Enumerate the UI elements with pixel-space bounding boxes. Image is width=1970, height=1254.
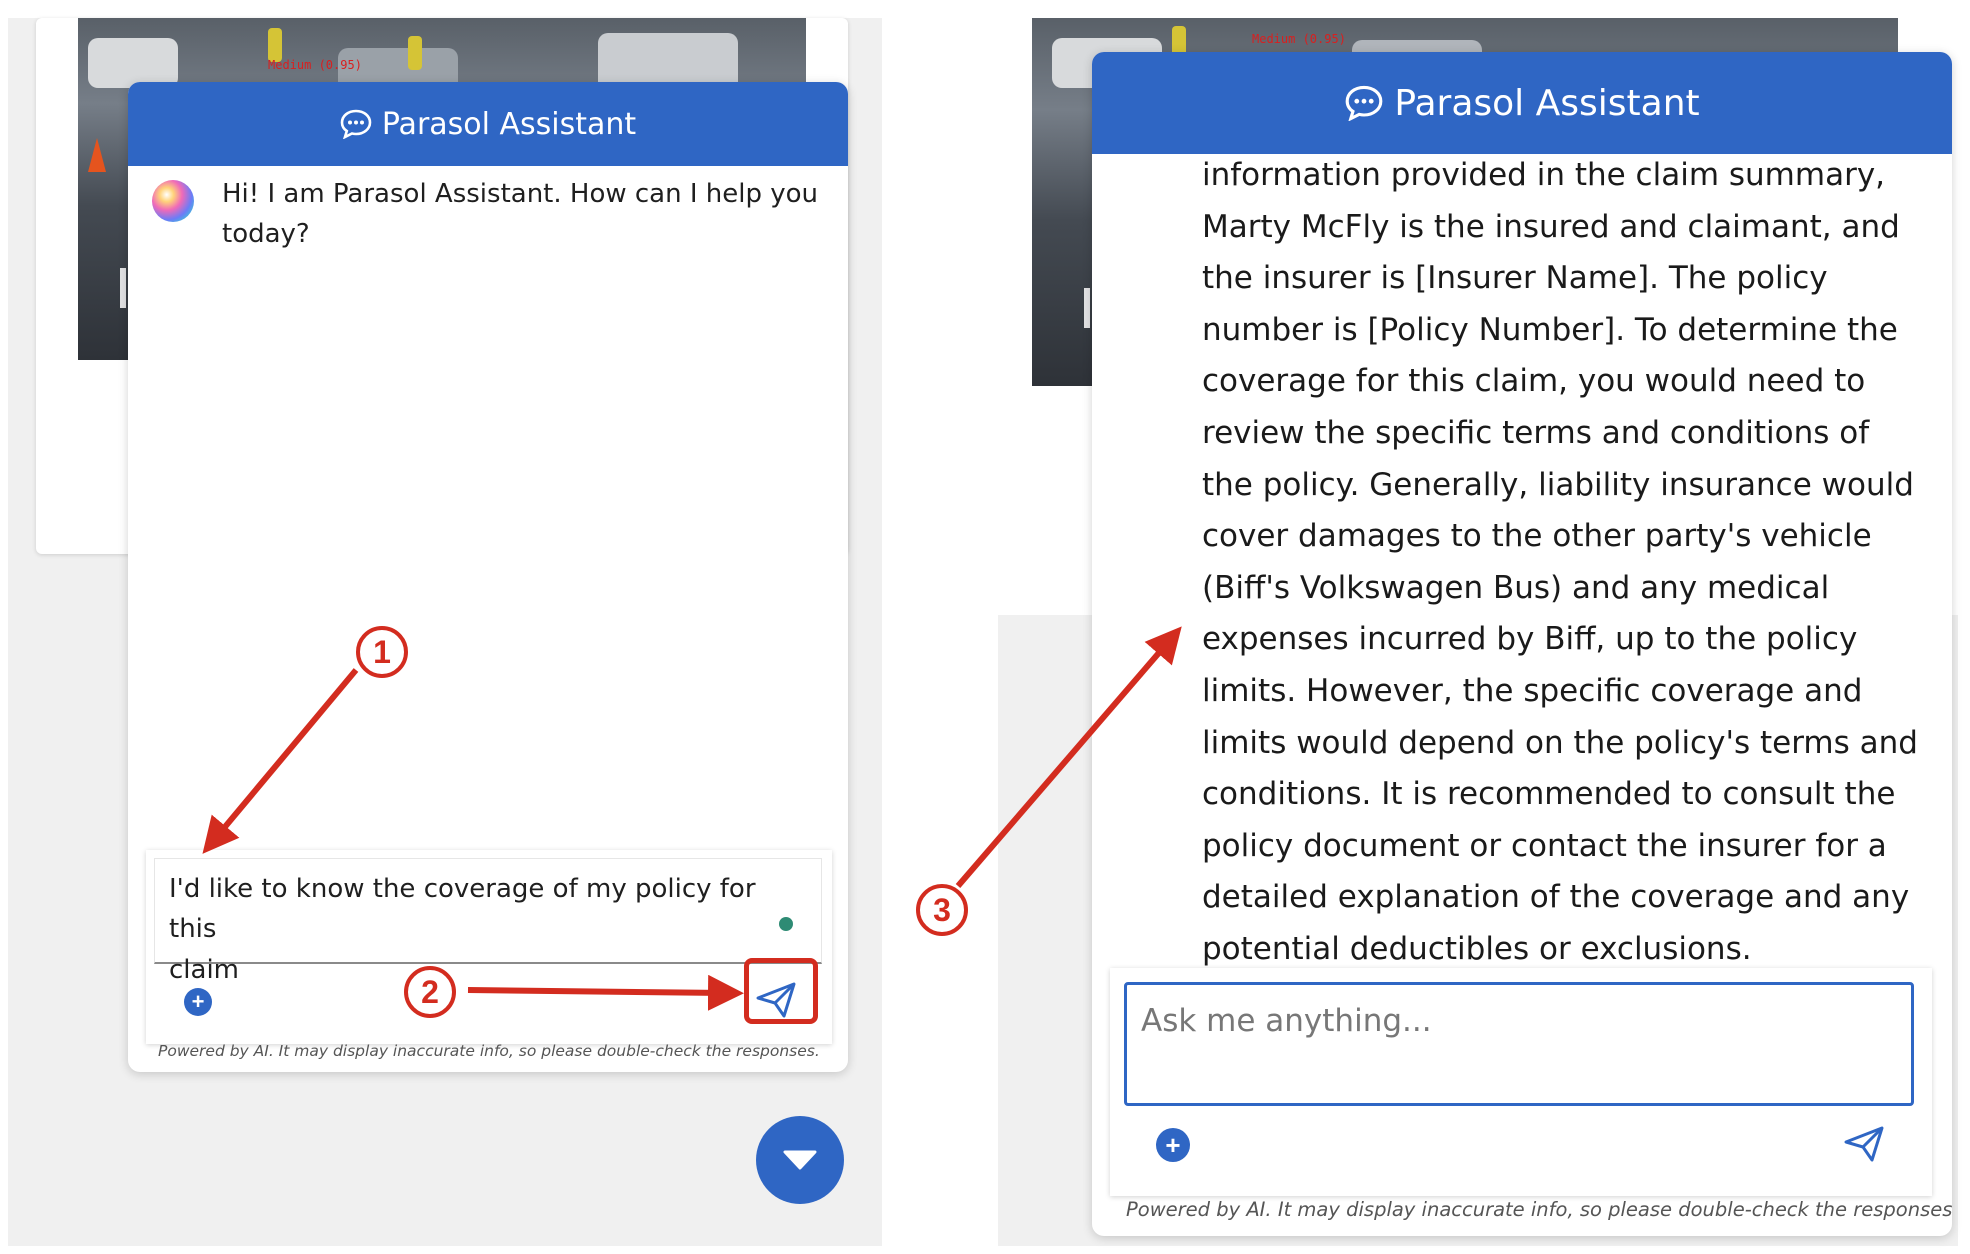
answer-line: cover damages to the other party's vehic… [1202, 518, 1872, 555]
annotation-step-3: 3 [916, 884, 968, 936]
plus-circle-icon: + [1165, 1129, 1181, 1160]
answer-line: information provided in the claim summar… [1202, 157, 1886, 193]
chat-bubble-icon [340, 109, 372, 139]
message-input-line: I'd like to know the coverage of my poli… [169, 874, 756, 945]
bot-avatar [152, 180, 194, 222]
message-input[interactable]: Ask me anything... [1124, 982, 1914, 1106]
chat-window-left: Parasol Assistant Hi! I am Parasol Assis… [128, 82, 848, 1072]
annotation-step-1: 1 [356, 626, 408, 678]
answer-line: policy document or contact the insurer f… [1202, 827, 1887, 864]
chat-composer: I'd like to know the coverage of my poli… [146, 850, 832, 1044]
chat-bubble-icon [1344, 85, 1384, 121]
add-attachment-button[interactable]: + [184, 988, 212, 1016]
chat-header: Parasol Assistant [128, 82, 848, 166]
chat-title: Parasol Assistant [1394, 82, 1700, 124]
bot-message-line: Hi! I am Parasol Assistant. How can I he… [222, 179, 819, 209]
send-button-highlight [744, 958, 818, 1024]
assistant-answer: information provided in the claim summar… [1202, 150, 1922, 976]
bot-message: Hi! I am Parasol Assistant. How can I he… [222, 174, 822, 255]
answer-line: limits would depend on the policy's term… [1202, 724, 1918, 761]
answer-line: conditions. It is recommended to consult… [1202, 776, 1896, 813]
add-attachment-button[interactable]: + [1156, 1128, 1190, 1162]
chat-header: Parasol Assistant [1092, 52, 1952, 154]
caret-down-icon [783, 1150, 817, 1170]
annotation-step-2: 2 [404, 966, 456, 1018]
chat-composer: Ask me anything... + [1110, 968, 1932, 1196]
message-input-line: claim [169, 954, 240, 985]
send-button[interactable] [1842, 1124, 1886, 1164]
answer-line: potential deductibles or exclusions. [1202, 930, 1752, 967]
answer-line: expenses incurred by Biff, up to the pol… [1202, 621, 1858, 658]
message-input-placeholder: Ask me anything... [1141, 1003, 1432, 1039]
ai-disclaimer: Powered by AI. It may display inaccurate… [1126, 1198, 1952, 1221]
answer-line: the insurer is [Insurer Name]. The polic… [1202, 260, 1828, 297]
answer-line: detailed explanation of the coverage and… [1202, 879, 1910, 916]
photo-overlay-label: Medium (0.95) [268, 58, 362, 72]
ai-disclaimer: Powered by AI. It may display inaccurate… [158, 1042, 820, 1060]
answer-line: review the specific terms and conditions… [1202, 414, 1870, 451]
answer-line: (Biff's Volkswagen Bus) and any medical [1202, 569, 1830, 606]
answer-line: the policy. Generally, liability insuran… [1202, 466, 1914, 503]
answer-line: number is [Policy Number]. To determine … [1202, 311, 1898, 348]
bot-message-line: today? [222, 219, 310, 250]
answer-line: Marty McFly is the insured and claimant,… [1202, 208, 1900, 245]
answer-line: limits. However, the specific coverage a… [1202, 672, 1863, 709]
chat-title: Parasol Assistant [381, 106, 637, 142]
plus-circle-icon: + [191, 989, 205, 1014]
message-input[interactable]: I'd like to know the coverage of my poli… [154, 858, 822, 985]
status-dot [779, 917, 793, 931]
answer-line: coverage for this claim, you would need … [1202, 363, 1866, 400]
paper-plane-icon [1844, 1126, 1884, 1162]
photo-overlay-label: Medium (0.95) [1252, 32, 1346, 46]
scroll-down-button[interactable] [756, 1116, 844, 1204]
